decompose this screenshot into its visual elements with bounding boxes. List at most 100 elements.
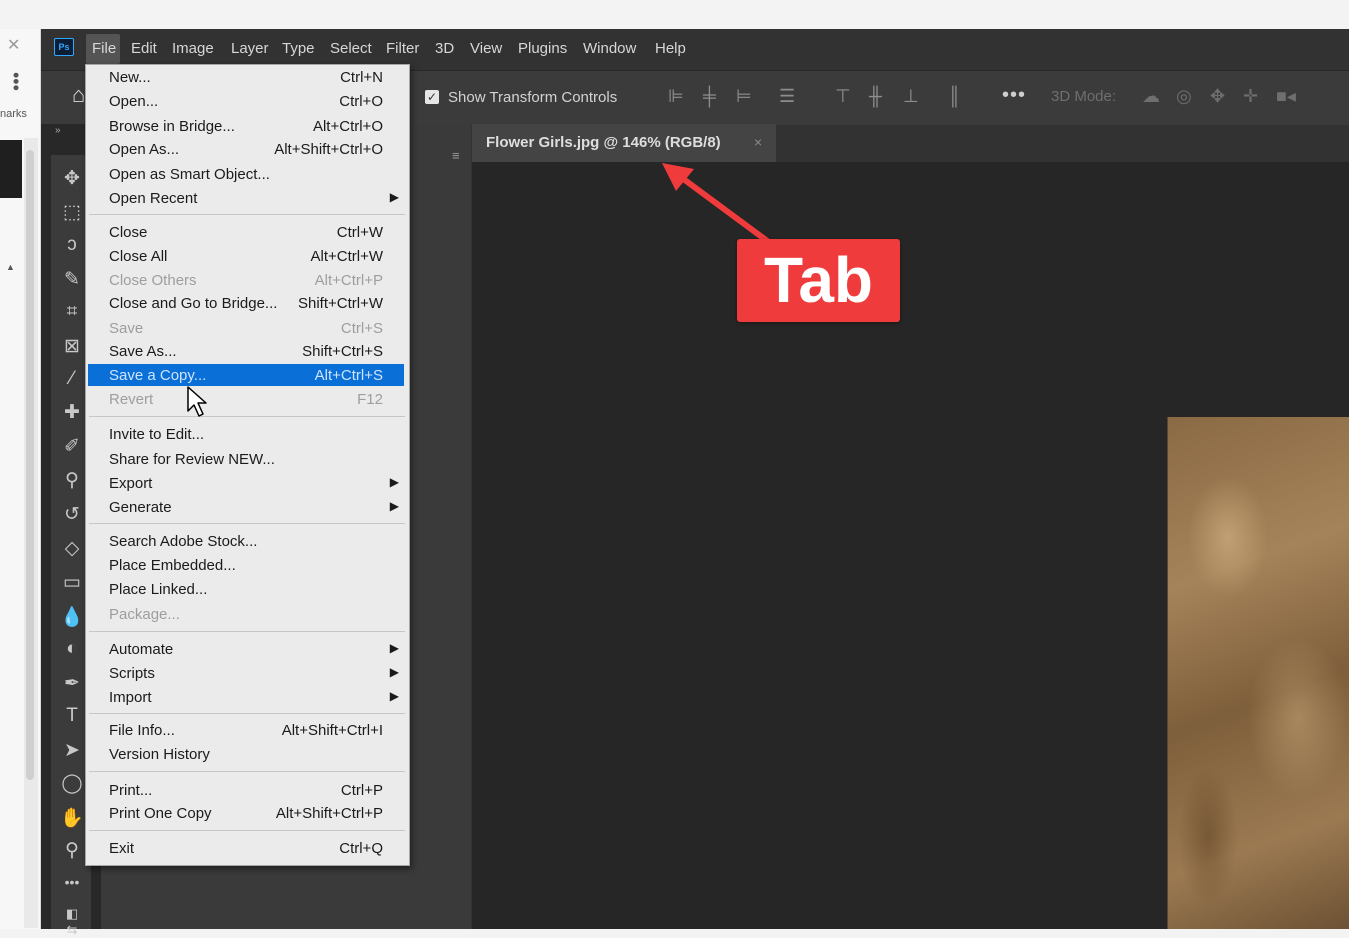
menu-item-label: Invite to Edit... bbox=[109, 426, 205, 443]
menu-item-shortcut: Alt+Shift+Ctrl+O bbox=[274, 141, 383, 158]
align-top-icon[interactable]: ⊤ bbox=[835, 86, 851, 107]
align-left-icon[interactable]: ⊫ bbox=[668, 86, 684, 107]
collapse-icon[interactable]: » bbox=[55, 125, 61, 136]
menu-item-file-info[interactable]: File Info... Alt+Shift+Ctrl+I bbox=[88, 719, 404, 741]
menu-image[interactable]: Image bbox=[172, 40, 214, 57]
menu-item-invite-to-edit[interactable]: Invite to Edit... bbox=[88, 423, 404, 445]
swap-colors-icon[interactable]: ◧ ⇆ bbox=[59, 906, 85, 938]
type-tool-icon[interactable]: T bbox=[59, 705, 85, 727]
eraser-tool-icon[interactable]: ◇ bbox=[59, 537, 85, 560]
menu-item-open-recent[interactable]: Open Recent ▶ bbox=[88, 187, 404, 209]
menu-filter[interactable]: Filter bbox=[386, 40, 419, 57]
menu-3d[interactable]: 3D bbox=[435, 40, 454, 57]
align-middle-icon[interactable]: ╫ bbox=[869, 86, 882, 107]
brush-tool-icon[interactable]: ✐ bbox=[59, 435, 85, 458]
hand-tool-icon[interactable]: ✋ bbox=[59, 806, 85, 830]
menu-item-print[interactable]: Print... Ctrl+P bbox=[88, 779, 404, 801]
menu-item-open[interactable]: Open... Ctrl+O bbox=[88, 90, 404, 112]
healing-tool-icon[interactable]: ✚ bbox=[59, 401, 85, 424]
lasso-tool-icon[interactable]: ↄ bbox=[59, 234, 85, 256]
gradient-tool-icon[interactable]: ▭ bbox=[59, 571, 85, 594]
3d-roll-icon[interactable]: ◎ bbox=[1176, 86, 1192, 107]
menu-item-shortcut: Alt+Shift+Ctrl+I bbox=[281, 722, 383, 739]
blur-tool-icon[interactable]: 💧 bbox=[59, 605, 85, 629]
menu-item-exit[interactable]: Exit Ctrl+Q bbox=[88, 837, 404, 859]
more-vertical-icon[interactable]: ••• bbox=[6, 72, 26, 91]
menu-edit[interactable]: Edit bbox=[131, 40, 157, 57]
tab-close-icon[interactable]: × bbox=[754, 134, 762, 150]
align-bottom-icon[interactable]: ⊥ bbox=[903, 86, 919, 107]
menu-item-open-smart-object[interactable]: Open as Smart Object... bbox=[88, 163, 404, 185]
menu-item-automate[interactable]: Automate ▶ bbox=[88, 638, 404, 660]
menu-separator bbox=[89, 830, 405, 831]
menu-item-close-go-to-bridge[interactable]: Close and Go to Bridge... Shift+Ctrl+W bbox=[88, 292, 404, 314]
move-tool-icon[interactable]: ✥ bbox=[59, 167, 85, 190]
crop-tool-icon[interactable]: ⌗ bbox=[59, 301, 85, 323]
menu-item-browse-in-bridge[interactable]: Browse in Bridge... Alt+Ctrl+O bbox=[88, 115, 404, 137]
menu-item-scripts[interactable]: Scripts ▶ bbox=[88, 662, 404, 684]
home-icon[interactable]: ⌂ bbox=[72, 82, 85, 108]
menu-item-share-for-review[interactable]: Share for Review NEW... bbox=[88, 448, 404, 470]
menu-plugins[interactable]: Plugins bbox=[518, 40, 567, 57]
menu-item-label: Print One Copy bbox=[109, 805, 212, 822]
photoshop-logo: Ps bbox=[54, 38, 74, 56]
dodge-tool-icon[interactable]: ◐ bbox=[59, 638, 85, 660]
3d-orbit-icon[interactable]: ☁ bbox=[1142, 86, 1160, 107]
menu-help[interactable]: Help bbox=[655, 40, 686, 57]
menu-item-export[interactable]: Export ▶ bbox=[88, 472, 404, 494]
menu-file[interactable]: File bbox=[92, 40, 116, 57]
document-tab-title[interactable]: Flower Girls.jpg @ 146% (RGB/8) bbox=[486, 134, 721, 151]
close-icon[interactable]: ✕ bbox=[7, 35, 20, 55]
path-selection-tool-icon[interactable]: ➤ bbox=[59, 739, 85, 762]
more-options-icon[interactable]: ••• bbox=[1002, 84, 1026, 107]
menu-item-label: Close Others bbox=[109, 272, 197, 289]
3d-pan-icon[interactable]: ✥ bbox=[1210, 86, 1225, 107]
menu-item-place-embedded[interactable]: Place Embedded... bbox=[88, 554, 404, 576]
menu-item-close-others: Close Others Alt+Ctrl+P bbox=[88, 269, 404, 291]
menu-item-revert: Revert F12 bbox=[88, 388, 404, 410]
zoom-tool-icon[interactable]: ⚲ bbox=[59, 839, 85, 862]
clone-stamp-tool-icon[interactable]: ⚲ bbox=[59, 469, 85, 492]
menu-view[interactable]: View bbox=[470, 40, 502, 57]
menu-item-place-linked[interactable]: Place Linked... bbox=[88, 578, 404, 600]
menu-window[interactable]: Window bbox=[583, 40, 636, 57]
menu-layer[interactable]: Layer bbox=[231, 40, 269, 57]
menu-item-save-as[interactable]: Save As... Shift+Ctrl+S bbox=[88, 340, 404, 362]
menu-item-label: Export bbox=[109, 475, 153, 492]
menu-item-label: Generate bbox=[109, 499, 172, 516]
more-tools-icon[interactable]: ••• bbox=[59, 874, 85, 890]
marquee-tool-icon[interactable]: ⬚ bbox=[59, 201, 85, 224]
3d-slide-icon[interactable]: ✛ bbox=[1243, 86, 1258, 107]
show-transform-controls-checkbox[interactable]: ✓ bbox=[425, 90, 439, 104]
align-center-icon[interactable]: ╪ bbox=[703, 86, 716, 107]
menu-type[interactable]: Type bbox=[282, 40, 315, 57]
menu-select[interactable]: Select bbox=[330, 40, 372, 57]
menu-item-open-as[interactable]: Open As... Alt+Shift+Ctrl+O bbox=[88, 138, 404, 160]
pen-tool-icon[interactable]: ✒ bbox=[59, 672, 85, 695]
menu-item-close[interactable]: Close Ctrl+W bbox=[88, 221, 404, 243]
eyedropper-tool-icon[interactable]: ⁄ bbox=[59, 368, 85, 390]
align-right-icon[interactable]: ⊨ bbox=[736, 86, 752, 107]
menu-item-print-one-copy[interactable]: Print One Copy Alt+Shift+Ctrl+P bbox=[88, 802, 404, 824]
panel-menu-icon[interactable]: ≡ bbox=[452, 148, 460, 163]
distribute-vertical-icon[interactable]: ║ bbox=[948, 86, 961, 107]
menu-item-label: Import bbox=[109, 689, 152, 706]
menu-item-save-a-copy[interactable]: Save a Copy... Alt+Ctrl+S bbox=[88, 364, 404, 386]
scroll-up-icon[interactable]: ▲ bbox=[6, 262, 15, 272]
frame-tool-icon[interactable]: ⊠ bbox=[59, 335, 85, 358]
menu-item-version-history[interactable]: Version History bbox=[88, 743, 404, 765]
document-image[interactable] bbox=[1167, 417, 1349, 929]
menu-item-close-all[interactable]: Close All Alt+Ctrl+W bbox=[88, 245, 404, 267]
menu-separator bbox=[89, 416, 405, 417]
history-brush-tool-icon[interactable]: ↺ bbox=[59, 503, 85, 526]
menu-item-import[interactable]: Import ▶ bbox=[88, 686, 404, 708]
shape-tool-icon[interactable]: ◯ bbox=[59, 772, 85, 795]
menu-item-new[interactable]: New... Ctrl+N bbox=[88, 66, 404, 88]
browser-scrollbar-thumb[interactable] bbox=[26, 150, 34, 780]
3d-camera-icon[interactable]: ■◂ bbox=[1276, 86, 1296, 107]
distribute-icon[interactable]: ☰ bbox=[779, 86, 795, 107]
quick-selection-tool-icon[interactable]: ✎ bbox=[59, 268, 85, 291]
show-transform-controls-label[interactable]: Show Transform Controls bbox=[448, 89, 617, 106]
menu-item-search-adobe-stock[interactable]: Search Adobe Stock... bbox=[88, 530, 404, 552]
menu-item-generate[interactable]: Generate ▶ bbox=[88, 496, 404, 518]
